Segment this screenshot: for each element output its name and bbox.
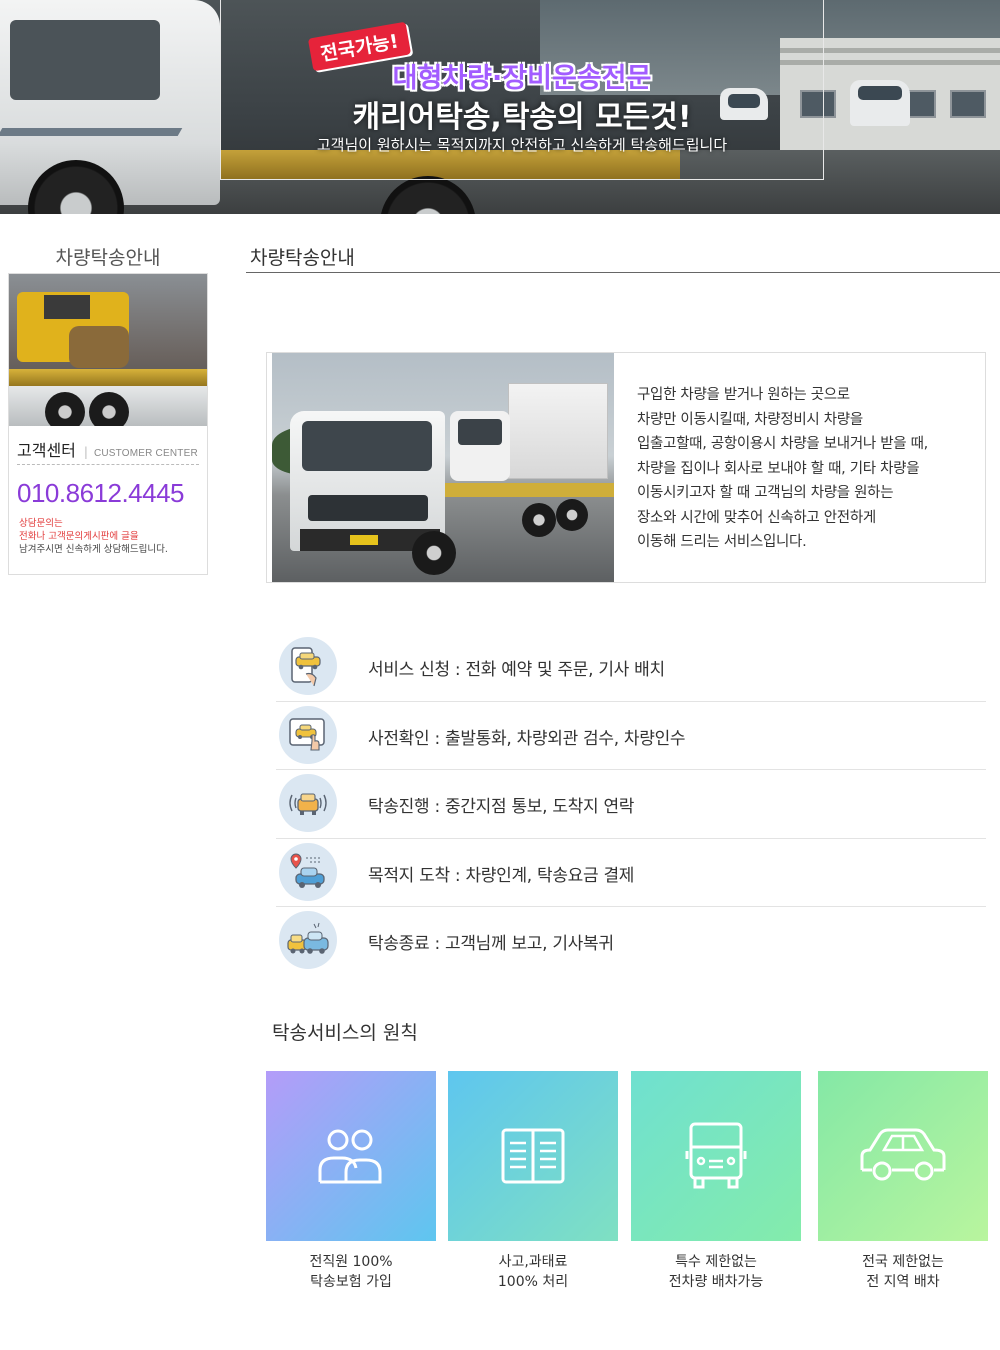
divider: |	[83, 445, 88, 459]
phone-car-icon	[279, 637, 337, 695]
principle-label: 특수 제한없는 전차량 배차가능	[631, 1252, 801, 1292]
principle-label: 사고,과태료 100% 처리	[448, 1252, 618, 1292]
sidebar-title[interactable]: 차량탁송안내	[8, 243, 208, 270]
two-cars-icon	[279, 911, 337, 969]
principle-card	[818, 1071, 988, 1241]
principle-card	[631, 1071, 801, 1241]
customer-center-header: 고객센터 | CUSTOMER CENTER	[17, 437, 199, 465]
customer-center-box: 고객센터 | CUSTOMER CENTER 010.8612.4445 상담문의는…	[8, 273, 208, 575]
principles-title: 탁송서비스의 원칙	[272, 1022, 418, 1044]
sidebar-wheel	[45, 392, 85, 426]
phone-number[interactable]: 010.8612.4445	[17, 478, 185, 509]
roller-drum	[69, 326, 129, 368]
principle-card	[448, 1071, 618, 1241]
step-item: 탁송진행 : 중간지점 통보, 도착지 연락	[276, 770, 986, 839]
step-text: 목적지 도착 : 차량인계, 탁송요금 결제	[368, 865, 635, 886]
page-title: 차량탁송안내	[250, 247, 355, 269]
principle-line-2: 전차량 배차가능	[668, 1274, 764, 1290]
principle-card	[266, 1071, 436, 1241]
principle-line-2: 100% 처리	[497, 1274, 569, 1290]
sidebar-photo	[9, 274, 207, 426]
contact-note-dark: 남겨주시면 신속하게 상담해드립니다.	[19, 544, 168, 555]
hero-tagline: 고객님이 원하시는 목적지까지 안전하고 신속하게 탁송해드립니다	[316, 136, 728, 154]
people-icon	[318, 1129, 382, 1184]
tablet-check-icon	[279, 705, 337, 764]
truck-icon	[685, 1122, 747, 1189]
principle-line-1: 특수 제한없는	[675, 1254, 757, 1270]
contact-note-red: 상담문의는 전화나 고객문의게시판에 글을	[19, 518, 139, 542]
step-text: 탁송종료 : 고객님께 보고, 기사복귀	[368, 934, 614, 954]
principle-line-1: 전국 제한없는	[862, 1254, 944, 1270]
principle-label: 전직원 100% 탁송보험 가입	[266, 1252, 436, 1292]
contact-note: 상담문의는 전화나 고객문의게시판에 글을 남겨주시면 신속하게 상담해드립니다…	[19, 517, 204, 556]
principle-line-2: 전 지역 배차	[866, 1274, 940, 1290]
car-icon	[860, 1128, 946, 1181]
step-item: 목적지 도착 : 차량인계, 탁송요금 결제	[276, 839, 986, 907]
customer-center-title: 고객센터	[17, 441, 76, 460]
hero-text: 전국가능! 대형차량·장비운송전문 캐리어탁송,탁송의 모든것! 고객님이 원하…	[220, 0, 824, 180]
principle-line-1: 사고,과태료	[498, 1254, 568, 1270]
intro-text: 구입한 차량을 받거나 원하는 곳으로 차량만 이동시킬때, 차량정비시 차량을…	[637, 387, 928, 550]
car-signal-icon	[279, 774, 337, 832]
hero-headline-2: 캐리어탁송,탁송의 모든것!	[352, 100, 692, 135]
step-text: 사전확인 : 출발통화, 차량외관 검수, 차량인수	[368, 728, 686, 749]
principle-line-2: 탁송보험 가입	[310, 1274, 392, 1290]
hero-parked-van	[850, 80, 910, 126]
sidebar-wheel	[89, 392, 129, 426]
carrier-truck-photo	[272, 353, 614, 582]
process-steps: 서비스 신청 : 전화 예약 및 주문, 기사 배치 사전확인 : 출발통화, …	[276, 633, 986, 976]
book-icon	[501, 1128, 565, 1184]
step-text: 서비스 신청 : 전화 예약 및 주문, 기사 배치	[368, 660, 665, 680]
hero-banner: 전국가능! 대형차량·장비운송전문 캐리어탁송,탁송의 모든것! 고객님이 원하…	[0, 0, 1000, 214]
principle-label: 전국 제한없는 전 지역 배차	[818, 1252, 988, 1292]
hero-headline-1: 대형차량·장비운송전문	[392, 63, 652, 94]
intro-box: 구입한 차량을 받거나 원하는 곳으로 차량만 이동시킬때, 차량정비시 차량을…	[266, 352, 986, 583]
step-text: 탁송진행 : 중간지점 통보, 도착지 연락	[368, 797, 635, 817]
step-item: 사전확인 : 출발통화, 차량외관 검수, 차량인수	[276, 702, 986, 770]
title-divider	[246, 272, 1000, 273]
step-item: 서비스 신청 : 전화 예약 및 주문, 기사 배치	[276, 633, 986, 702]
customer-center-subtitle: CUSTOMER CENTER	[93, 448, 198, 459]
principle-line-1: 전직원 100%	[309, 1254, 393, 1270]
location-car-icon	[279, 842, 337, 901]
step-item: 탁송종료 : 고객님께 보고, 기사복귀	[276, 907, 986, 976]
